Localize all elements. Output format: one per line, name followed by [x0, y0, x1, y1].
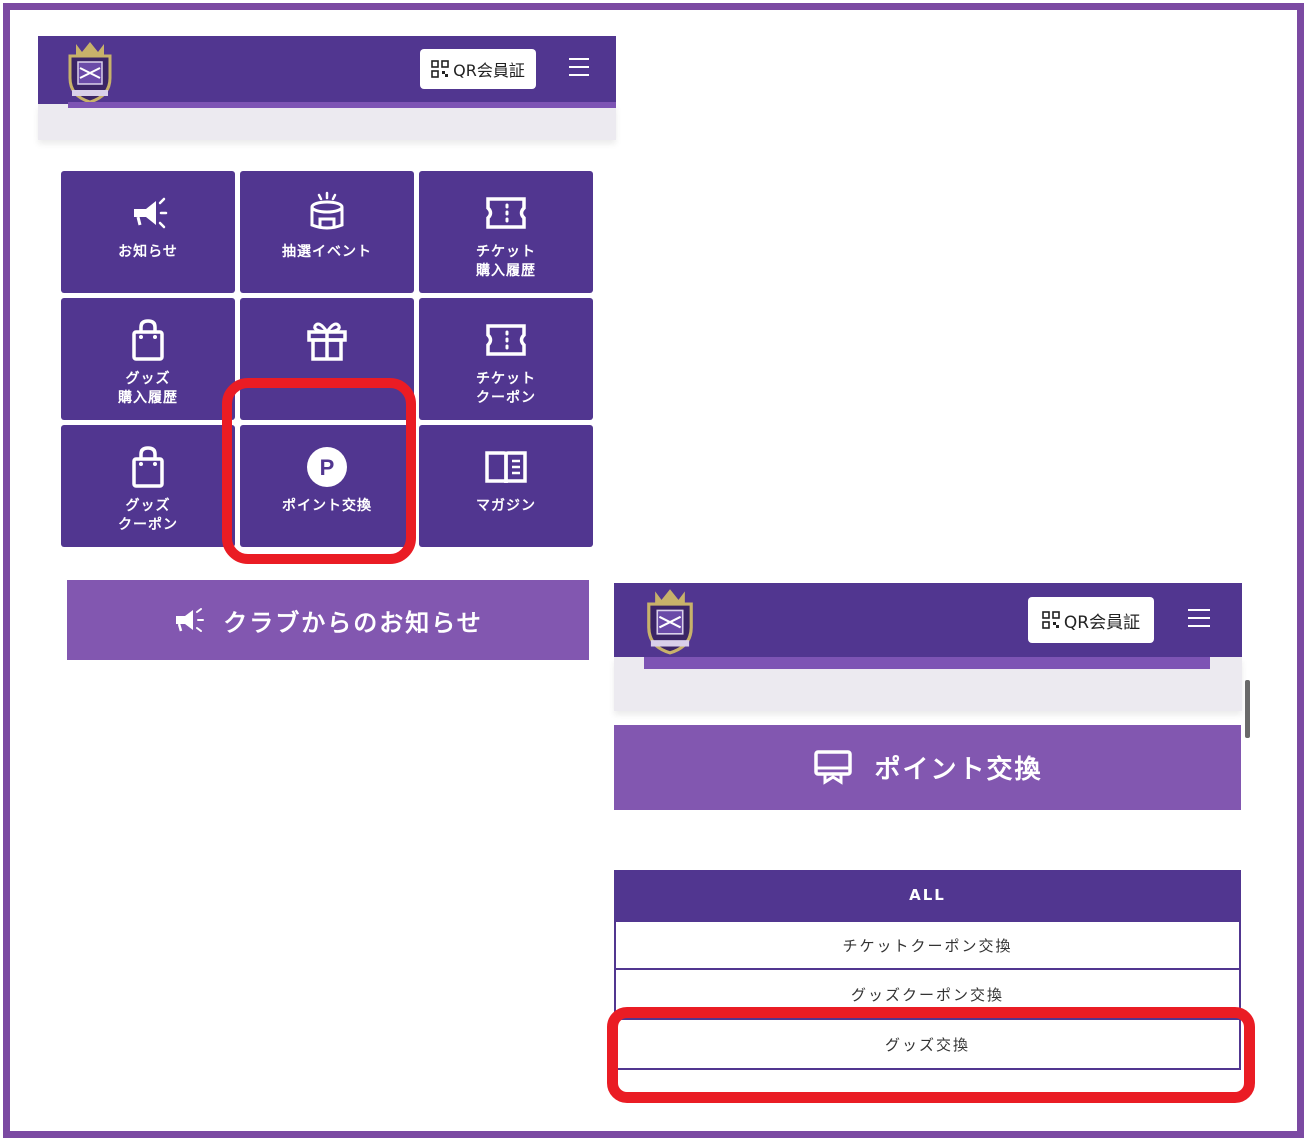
app-header: QR会員証 [614, 583, 1242, 669]
tile-label: お知らせ [118, 244, 178, 260]
club-crest-logo[interactable] [638, 585, 702, 655]
qr-button-label: QR会員証 [1063, 612, 1141, 633]
ticket-icon [486, 324, 526, 356]
highlight-goods-exchange-tab [607, 1007, 1255, 1103]
kiosk-monitor-icon [814, 749, 853, 785]
gift-icon [307, 322, 347, 361]
point-exchange-title-banner: ポイント交換 [614, 725, 1241, 810]
tile-notices[interactable]: お知らせ [61, 171, 235, 293]
lottery-drum-icon [310, 191, 344, 230]
tile-ticket-history[interactable]: チケット 購入履歴 [419, 171, 593, 293]
club-notice-banner[interactable]: クラブからのお知らせ [67, 580, 589, 660]
shopping-bag-icon [132, 446, 164, 488]
tile-label: 抽選イベント [282, 244, 372, 260]
hamburger-menu-icon[interactable] [1188, 609, 1210, 627]
tab-ticket-coupon-exchange[interactable]: チケットクーポン交換 [614, 920, 1241, 970]
club-crest-logo[interactable] [60, 38, 120, 104]
header-accent-bar [68, 102, 616, 108]
qr-code-icon [431, 60, 449, 78]
scrollbar-thumb[interactable] [1245, 680, 1250, 738]
home-screen: QR会員証 [38, 36, 616, 140]
tile-ticket-coupon[interactable]: チケット クーポン [419, 298, 593, 420]
tile-goods-history[interactable]: グッズ 購入履歴 [61, 298, 235, 420]
tile-label: グッズ クーポン [118, 498, 178, 533]
open-book-icon [485, 451, 527, 484]
shopping-bag-icon [132, 319, 164, 361]
megaphone-icon [134, 197, 168, 229]
tile-label: チケット クーポン [476, 371, 536, 406]
header-shadow-strip [38, 104, 616, 140]
qr-code-icon [1042, 611, 1060, 629]
header-accent-bar [644, 657, 1210, 669]
qr-member-card-button[interactable]: QR会員証 [1028, 597, 1154, 643]
hamburger-menu-icon[interactable] [569, 58, 589, 76]
qr-member-card-button[interactable]: QR会員証 [420, 49, 536, 89]
point-exchange-screen: QR会員証 [614, 583, 1242, 711]
ticket-icon [486, 197, 526, 229]
notice-banner-label: クラブからのお知らせ [223, 608, 483, 637]
megaphone-icon [176, 608, 205, 632]
tile-lottery-event[interactable]: 抽選イベント [240, 171, 414, 293]
tile-label: マガジン [476, 498, 536, 514]
tile-label: チケット 購入履歴 [476, 244, 536, 279]
tile-label: グッズ 購入履歴 [118, 371, 178, 406]
qr-button-label: QR会員証 [453, 61, 525, 80]
page-title: ポイント交換 [874, 755, 1043, 785]
highlight-point-exchange-tile [222, 378, 416, 564]
app-header: QR会員証 [38, 36, 616, 108]
tab-all[interactable]: ALL [614, 870, 1241, 920]
tile-goods-coupon[interactable]: グッズ クーポン [61, 425, 235, 547]
tile-magazine[interactable]: マガジン [419, 425, 593, 547]
